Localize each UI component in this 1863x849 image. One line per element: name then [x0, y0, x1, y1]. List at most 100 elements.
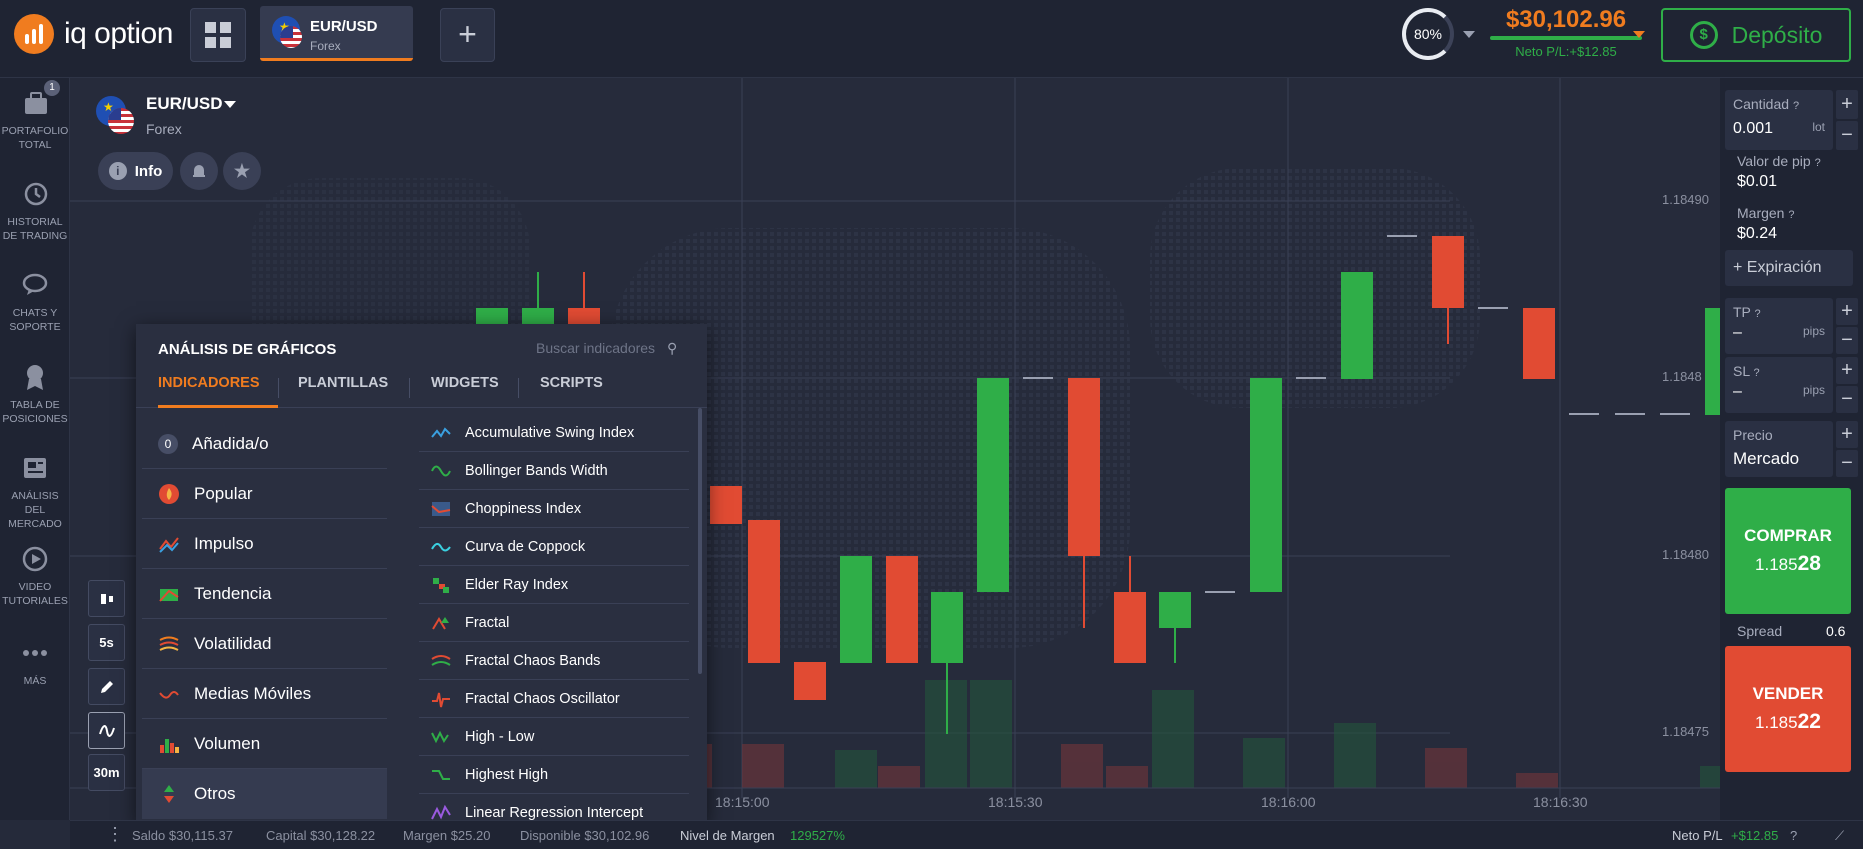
nav-more[interactable]: MÁS — [0, 638, 70, 688]
take-profit-field[interactable]: TP ? – pips — [1725, 298, 1833, 354]
indicator-item[interactable]: Highest High — [419, 756, 689, 794]
sl-increase-button[interactable]: + — [1836, 357, 1858, 384]
moving-average-icon — [159, 690, 179, 699]
indicator-label: Choppiness Index — [465, 500, 582, 517]
nav-label: TABLA DE POSICIONES — [2, 399, 68, 425]
indicator-label: Curva de Coppock — [465, 538, 586, 555]
category-volumen[interactable]: Volumen — [142, 719, 387, 769]
indicator-label: Bollinger Bands Width — [465, 462, 608, 479]
price-increase-button[interactable]: + — [1836, 421, 1858, 448]
indicator-item[interactable]: High - Low — [419, 718, 689, 756]
nav-video-tutorials[interactable]: VIDEO TUTORIALES — [0, 544, 70, 608]
indicator-item[interactable]: Curva de Coppock — [419, 528, 689, 566]
indicator-item[interactable]: Fractal Chaos Oscillator — [419, 680, 689, 718]
indicator-label: Linear Regression Intercept — [465, 805, 644, 821]
risk-gauge[interactable]: 80% — [1402, 8, 1454, 60]
chart-type-button[interactable] — [88, 580, 125, 617]
category-label: Medias Móviles — [194, 683, 312, 703]
elder-ray-icon — [433, 577, 449, 593]
play-icon — [22, 546, 48, 572]
deposit-button[interactable]: $ Depósito — [1661, 8, 1851, 62]
favorite-button[interactable]: ★ — [223, 152, 261, 190]
chart-asset-selector[interactable]: EUR/USD — [146, 94, 223, 114]
tab-widgets[interactable]: WIDGETS — [431, 368, 499, 408]
category-tendencia[interactable]: Tendencia — [142, 569, 387, 619]
tab-plantillas[interactable]: PLANTILLAS — [298, 368, 388, 408]
assets-grid-button[interactable] — [190, 8, 246, 62]
category-volatilidad[interactable]: Volatilidad — [142, 619, 387, 669]
info-button[interactable]: i Info — [98, 152, 173, 190]
indicator-item[interactable]: Bollinger Bands Width — [419, 452, 689, 490]
quantity-increase-button[interactable]: + — [1836, 90, 1858, 119]
indicator-item[interactable]: Fractal Chaos Bands — [419, 642, 689, 680]
nav-market-analysis[interactable]: ANÁLISIS DEL MERCADO — [0, 453, 70, 531]
category-otros[interactable]: Otros — [142, 769, 387, 819]
indicator-search-input[interactable]: Buscar indicadores ⚲ — [536, 340, 677, 357]
nav-leaderboard[interactable]: TABLA DE POSICIONES — [0, 362, 70, 426]
buy-button[interactable]: COMPRAR 1.18528 — [1725, 488, 1851, 614]
deposit-label: Depósito — [1731, 21, 1823, 48]
indicator-item[interactable]: Choppiness Index — [419, 490, 689, 528]
expiration-button[interactable]: + Expiración — [1725, 250, 1853, 286]
sl-decrease-button[interactable]: − — [1836, 386, 1858, 413]
indicators-button[interactable] — [88, 712, 125, 749]
balance-display[interactable]: $30,102.96 Neto P/L:+$12.85 — [1490, 6, 1642, 59]
asset-dropdown-icon[interactable] — [224, 101, 236, 108]
indicator-item[interactable]: Fractal — [419, 604, 689, 642]
asset-tab-eurusd[interactable]: EUR/USD Forex — [260, 6, 413, 61]
left-nav: 1 PORTAFOLIO TOTAL HISTORIAL DE TRADING … — [0, 78, 70, 820]
tab-indicadores[interactable]: INDICADORES — [158, 368, 278, 408]
category-impulso[interactable]: Impulso — [142, 519, 387, 569]
period-button[interactable]: 30m — [88, 754, 125, 791]
logo[interactable]: iq option — [14, 14, 173, 54]
tp-increase-button[interactable]: + — [1836, 298, 1858, 325]
indicator-item[interactable]: Elder Ray Index — [419, 566, 689, 604]
category-medias-moviles[interactable]: Medias Móviles — [142, 669, 387, 719]
price-decrease-button[interactable]: − — [1836, 450, 1858, 477]
buy-price: 1.18528 — [1755, 552, 1821, 575]
time-tick: 18:16:00 — [1261, 794, 1316, 810]
tab-scripts[interactable]: SCRIPTS — [540, 368, 603, 408]
medal-icon — [27, 365, 43, 390]
chart-market-label: Forex — [146, 121, 182, 137]
volatility-icon — [159, 636, 179, 651]
tp-decrease-button[interactable]: − — [1836, 327, 1858, 354]
nav-portfolio[interactable]: 1 PORTAFOLIO TOTAL — [0, 80, 70, 152]
panel-tabs: INDICADORES PLANTILLAS WIDGETS SCRIPTS — [136, 368, 707, 408]
indicator-label: Fractal Chaos Bands — [465, 652, 601, 669]
help-icon[interactable]: ? — [1790, 828, 1797, 843]
price-value: Mercado — [1733, 449, 1800, 468]
fire-icon — [159, 483, 179, 504]
margin-value: $0.24 — [1737, 225, 1778, 242]
asset-tab-pair: EUR/USD — [310, 18, 378, 35]
indicator-list-scrollbar[interactable] — [698, 408, 702, 674]
trend-icon — [159, 588, 179, 602]
quantity-field[interactable]: Cantidad ? 0.001 lot — [1725, 90, 1833, 150]
category-added[interactable]: 0 Añadida/o — [142, 419, 387, 469]
category-popular[interactable]: Popular — [142, 469, 387, 519]
price-field[interactable]: Precio Mercado — [1725, 421, 1833, 477]
draw-tools-button[interactable] — [88, 668, 125, 705]
nav-chat[interactable]: CHATS Y SOPORTE — [0, 270, 70, 334]
indicator-label: High - Low — [465, 728, 535, 745]
help-icon: ? — [1814, 157, 1821, 169]
help-icon: ? — [1754, 308, 1761, 320]
alert-button[interactable] — [180, 152, 218, 190]
indicator-item[interactable]: Accumulative Swing Index — [419, 414, 689, 452]
nav-history[interactable]: HISTORIAL DE TRADING — [0, 179, 70, 243]
stop-loss-field[interactable]: SL ? – pips — [1725, 357, 1833, 413]
collapse-icon[interactable]: ⟋ — [1835, 828, 1844, 844]
gauge-dropdown-icon[interactable] — [1463, 31, 1475, 38]
more-icon — [23, 650, 47, 656]
sell-button[interactable]: VENDER 1.18522 — [1725, 646, 1851, 772]
timeframe-button[interactable]: 5s — [88, 624, 125, 661]
chart-asset-pair: EUR/USD — [146, 94, 223, 113]
time-tick: 18:15:00 — [715, 794, 770, 810]
menu-dots-icon[interactable]: ⋮ — [106, 824, 124, 845]
balance-dropdown-icon[interactable] — [1633, 31, 1645, 38]
balance-amount: $30,102.96 — [1505, 6, 1627, 33]
price-tick: 1.18475 — [1662, 724, 1709, 739]
balance-bar — [1490, 36, 1642, 40]
quantity-decrease-button[interactable]: − — [1836, 121, 1858, 150]
add-asset-button[interactable]: + — [440, 8, 495, 62]
